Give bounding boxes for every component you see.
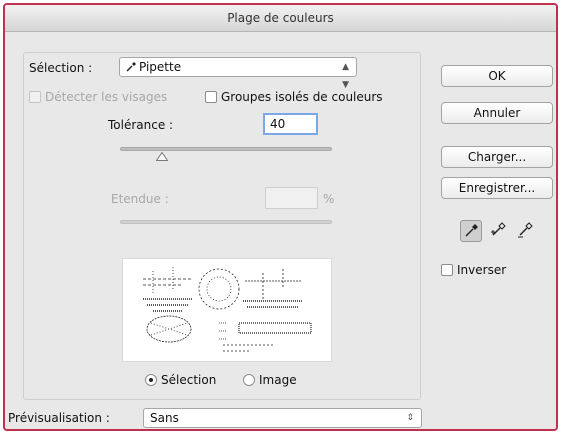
- eyedropper-plus-icon: [491, 222, 506, 236]
- eyedropper-add-tool[interactable]: [488, 220, 510, 242]
- preview-select[interactable]: Sans ⇕: [143, 408, 422, 428]
- eyedropper-icon: [126, 62, 136, 72]
- cancel-button[interactable]: Annuler: [441, 102, 553, 124]
- radio-image[interactable]: [243, 374, 255, 386]
- radio-selection-label: Sélection: [161, 373, 217, 387]
- tolerance-input[interactable]: 40: [263, 113, 318, 135]
- localized-clusters-option[interactable]: Groupes isolés de couleurs: [205, 90, 383, 104]
- preview-image: [143, 267, 312, 352]
- selection-label: Sélection :: [29, 61, 93, 75]
- select-arrows-icon: ▲ ▼: [342, 62, 349, 90]
- load-button[interactable]: Charger...: [441, 146, 553, 168]
- radio-image-option[interactable]: Image: [243, 373, 297, 387]
- tolerance-slider-track[interactable]: [120, 147, 332, 151]
- invert-option[interactable]: Inverser: [441, 263, 506, 277]
- localized-clusters-checkbox[interactable]: [205, 91, 217, 103]
- select-arrows-icon: ⇕: [406, 413, 414, 423]
- preview-label: Prévisualisation :: [8, 411, 110, 425]
- eyedropper-minus-icon: [518, 222, 533, 238]
- radio-selection-option[interactable]: Sélection: [145, 373, 216, 387]
- range-dialog: Plage de couleurs Sélection : Pipette ▲ ▼…: [3, 3, 558, 431]
- localized-clusters-label: Groupes isolés de couleurs: [221, 90, 383, 104]
- preview-value: Sans: [150, 411, 179, 425]
- range-slider-track[interactable]: [120, 220, 332, 224]
- radio-selection[interactable]: [145, 374, 157, 386]
- selection-select[interactable]: Pipette ▲ ▼: [119, 57, 357, 90]
- selection-value: Pipette: [139, 60, 182, 74]
- detect-faces-option[interactable]: Détecter les visages: [29, 90, 167, 104]
- range-input[interactable]: [265, 187, 318, 209]
- ok-button[interactable]: OK: [441, 65, 553, 87]
- range-unit: %: [323, 192, 335, 206]
- invert-label: Inverser: [457, 263, 507, 277]
- eyedropper-subtract-tool[interactable]: [515, 220, 537, 242]
- detect-faces-checkbox[interactable]: [29, 91, 41, 103]
- range-label: Etendue :: [111, 192, 169, 206]
- save-button[interactable]: Enregistrer...: [441, 177, 553, 199]
- detect-faces-label: Détecter les visages: [45, 90, 168, 104]
- invert-checkbox[interactable]: [441, 264, 453, 276]
- dialog-title: Plage de couleurs: [5, 5, 556, 32]
- radio-image-label: Image: [259, 373, 297, 387]
- tolerance-slider-thumb[interactable]: [156, 152, 169, 161]
- tolerance-label: Tolérance :: [108, 118, 174, 132]
- selection-preview: [122, 258, 332, 362]
- eyedropper-icon: [465, 224, 478, 237]
- eyedropper-tool[interactable]: [460, 220, 482, 242]
